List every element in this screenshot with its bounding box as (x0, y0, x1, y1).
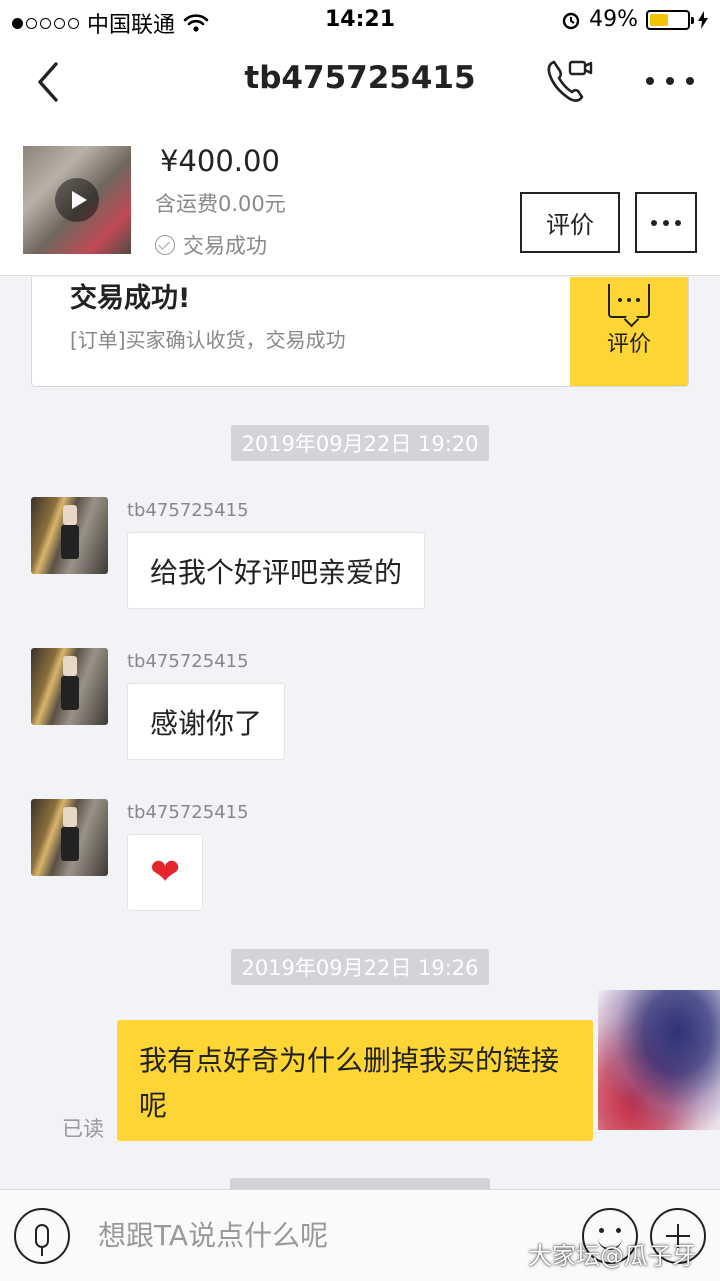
message-bubble[interactable]: 感谢你了 (127, 683, 286, 760)
battery-percent: 49% (589, 7, 638, 32)
chevron-left-icon (38, 62, 58, 102)
timestamp: 2019年09月22日 19:20 (0, 425, 720, 461)
product-header: ¥400.00 含运费0.00元 交易成功 评价 (0, 124, 720, 276)
back-button[interactable] (28, 58, 68, 106)
avatar[interactable] (31, 799, 108, 876)
check-circle-icon (155, 235, 175, 255)
timestamp-label: 2019年09月22日 19:26 (231, 949, 489, 985)
battery-icon (646, 9, 694, 30)
timestamp-partial (0, 1177, 720, 1189)
sender-name: tb475725415 (127, 802, 249, 823)
trade-status: 交易成功 (155, 230, 267, 260)
order-card-title: 交易成功! (70, 283, 191, 314)
trade-status-label: 交易成功 (183, 234, 267, 258)
shipping-info: 含运费0.00元 (155, 192, 286, 216)
phone-video-icon (547, 60, 593, 102)
watermark: 大家坛@瓜子牙 (528, 1242, 696, 1270)
more-dots-icon (651, 219, 657, 226)
comment-icon (608, 284, 650, 318)
sender-name: tb475725415 (127, 500, 249, 521)
battery-fill (650, 13, 668, 26)
timestamp: 2019年09月22日 19:26 (0, 949, 720, 985)
order-review-button[interactable]: 评价 (570, 277, 688, 386)
self-avatar[interactable] (598, 990, 720, 1130)
voice-button[interactable] (14, 1208, 70, 1264)
order-card[interactable]: 交易成功! [订单]买家确认收货，交易成功 评价 (31, 277, 689, 387)
product-more-button[interactable] (635, 192, 697, 253)
timestamp-label: 2019年09月22日 19:20 (231, 425, 489, 461)
order-review-label: 评价 (606, 332, 651, 357)
charging-icon (698, 10, 708, 29)
message-bubble-self[interactable]: 我有点好奇为什么删掉我买的链接呢 (117, 1020, 593, 1141)
more-button[interactable] (646, 58, 694, 104)
product-thumbnail[interactable] (23, 146, 131, 254)
heart-emoji: ❤ (150, 851, 181, 893)
call-button[interactable] (544, 56, 594, 106)
sender-name: tb475725415 (127, 651, 249, 672)
more-dots-icon (646, 77, 654, 85)
order-card-description: [订单]买家确认收货，交易成功 (70, 328, 346, 352)
read-status: 已读 (62, 1117, 104, 1141)
avatar[interactable] (31, 497, 108, 574)
chat-area[interactable]: 交易成功! [订单]买家确认收货，交易成功 评价 2019年09月22日 19:… (0, 277, 720, 1189)
product-price: ¥400.00 (160, 144, 280, 178)
message-input[interactable] (98, 1212, 538, 1258)
play-icon (55, 178, 99, 222)
avatar[interactable] (31, 648, 108, 725)
message-bubble[interactable]: 给我个好评吧亲爱的 (127, 532, 426, 609)
nav-bar: tb475725415 (0, 40, 720, 124)
status-bar: 中国联通 14:21 49% (0, 0, 720, 40)
message-bubble[interactable]: ❤ (127, 834, 204, 911)
chat-title: tb475725415 (244, 60, 476, 96)
status-right: 49% (561, 7, 708, 32)
review-button[interactable]: 评价 (520, 192, 620, 253)
alarm-icon (562, 12, 580, 29)
microphone-icon (35, 1224, 49, 1256)
